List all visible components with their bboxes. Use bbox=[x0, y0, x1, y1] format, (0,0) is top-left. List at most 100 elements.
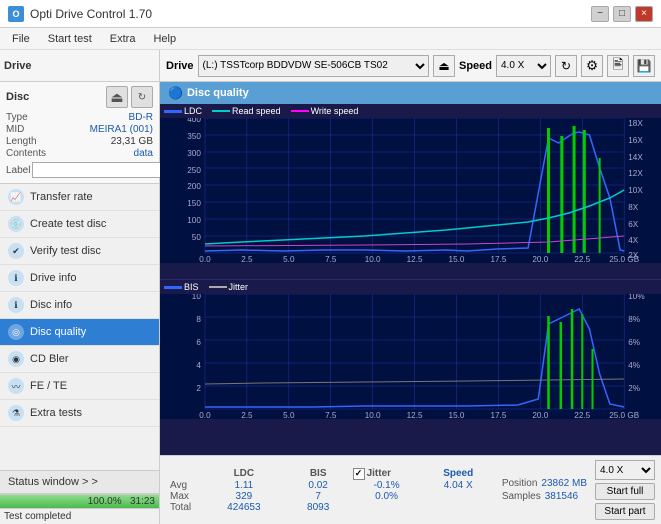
avg-label: Avg bbox=[166, 480, 202, 491]
nav-item-fe-te[interactable]: 〰 FE / TE bbox=[0, 373, 159, 400]
jitter-legend-color bbox=[209, 286, 227, 288]
length-value: 23,31 GB bbox=[111, 136, 153, 147]
max-ldc: 329 bbox=[202, 491, 286, 502]
total-bis: 8093 bbox=[286, 502, 351, 513]
svg-text:17.5: 17.5 bbox=[490, 255, 506, 263]
read-speed-legend-label: Read speed bbox=[232, 106, 281, 116]
disc-eject-icon[interactable]: ⏏ bbox=[106, 86, 128, 108]
write-speed-legend-color bbox=[291, 110, 309, 112]
nav-label-disc-quality: Disc quality bbox=[30, 326, 86, 338]
svg-text:20.0: 20.0 bbox=[532, 255, 548, 263]
svg-text:10: 10 bbox=[192, 294, 202, 301]
nav-item-disc-info[interactable]: ℹ Disc info bbox=[0, 292, 159, 319]
svg-text:20.0: 20.0 bbox=[532, 411, 548, 419]
svg-text:7.5: 7.5 bbox=[325, 411, 337, 419]
avg-jitter: -0.1% bbox=[351, 480, 423, 491]
nav-item-drive-info[interactable]: ℹ Drive info bbox=[0, 265, 159, 292]
total-ldc: 424653 bbox=[202, 502, 286, 513]
svg-text:250: 250 bbox=[187, 166, 201, 175]
svg-text:12.5: 12.5 bbox=[407, 255, 423, 263]
label-label: Label bbox=[6, 165, 30, 176]
drive-toolbar-label: Drive bbox=[166, 60, 194, 72]
svg-text:4: 4 bbox=[196, 361, 201, 370]
svg-text:0.0: 0.0 bbox=[199, 411, 211, 419]
max-jitter: 0.0% bbox=[351, 491, 423, 502]
write-speed-legend-label: Write speed bbox=[311, 106, 359, 116]
status-window-button[interactable]: Status window > > bbox=[0, 471, 159, 494]
type-label: Type bbox=[6, 112, 28, 123]
svg-text:16X: 16X bbox=[628, 136, 643, 145]
speed-icon-btn[interactable]: ↻ bbox=[555, 55, 577, 77]
stats-table: LDC BIS ✓ Jitter Speed bbox=[166, 468, 494, 513]
drive-select[interactable]: (L:) TSSTcorp BDDVDW SE-506CB TS02 bbox=[198, 55, 429, 77]
nav-item-disc-quality[interactable]: ◎ Disc quality bbox=[0, 319, 159, 346]
options-btn1[interactable]: ⚙ bbox=[581, 55, 603, 77]
speed-select[interactable]: 4.0 X bbox=[496, 55, 551, 77]
contents-value: data bbox=[134, 148, 153, 159]
samples-label: Samples bbox=[502, 491, 541, 502]
stats-total-row: Total 424653 8093 bbox=[166, 502, 494, 513]
drive-bar: Drive bbox=[0, 50, 159, 82]
label-input[interactable] bbox=[32, 162, 166, 178]
position-value: 23862 MB bbox=[541, 478, 587, 489]
avg-bis: 0.02 bbox=[286, 480, 351, 491]
start-part-button[interactable]: Start part bbox=[595, 503, 655, 520]
svg-text:12X: 12X bbox=[628, 169, 643, 178]
svg-text:0.0: 0.0 bbox=[199, 255, 211, 263]
svg-text:50: 50 bbox=[192, 233, 202, 242]
position-speed-section: Position 23862 MB Samples 381546 bbox=[502, 478, 587, 502]
mid-value: MEIRA1 (001) bbox=[90, 124, 153, 135]
start-full-button[interactable]: Start full bbox=[595, 483, 655, 500]
col-speed-val: Speed bbox=[423, 468, 494, 480]
jitter-checkbox[interactable]: ✓ bbox=[353, 468, 365, 480]
save-btn[interactable]: 💾 bbox=[633, 55, 655, 77]
minimize-button[interactable]: − bbox=[591, 6, 609, 22]
nav-item-verify-test-disc[interactable]: ✔ Verify test disc bbox=[0, 238, 159, 265]
nav-label-disc-info: Disc info bbox=[30, 299, 72, 311]
stats-max-row: Max 329 7 0.0% bbox=[166, 491, 494, 502]
avg-speed: 4.04 X bbox=[423, 480, 494, 491]
nav-item-transfer-rate[interactable]: 📈 Transfer rate bbox=[0, 184, 159, 211]
svg-text:12.5: 12.5 bbox=[407, 411, 423, 419]
svg-text:22.5: 22.5 bbox=[574, 255, 590, 263]
nav-item-cd-bler[interactable]: ◉ CD Bler bbox=[0, 346, 159, 373]
menu-start-test[interactable]: Start test bbox=[40, 31, 100, 47]
verify-test-disc-icon: ✔ bbox=[8, 243, 24, 259]
read-speed-legend-color bbox=[212, 110, 230, 112]
menu-help[interactable]: Help bbox=[145, 31, 184, 47]
svg-text:2.5: 2.5 bbox=[241, 255, 253, 263]
svg-text:350: 350 bbox=[187, 132, 201, 141]
drive-info-icon: ℹ bbox=[8, 270, 24, 286]
options-btn2[interactable]: 🖹 bbox=[607, 55, 629, 77]
ldc-legend-label: LDC bbox=[184, 106, 202, 116]
disc-refresh-icon[interactable]: ↻ bbox=[131, 86, 153, 108]
window-controls: − □ × bbox=[591, 6, 653, 22]
speed-select-stats[interactable]: 4.0 X bbox=[595, 460, 655, 480]
nav-item-extra-tests[interactable]: ⚗ Extra tests bbox=[0, 400, 159, 427]
svg-text:6%: 6% bbox=[628, 338, 640, 347]
bis-legend-color bbox=[164, 286, 182, 289]
content-area: Drive (L:) TSSTcorp BDDVDW SE-506CB TS02… bbox=[160, 50, 661, 524]
menu-file[interactable]: File bbox=[4, 31, 38, 47]
chart1-svg: 400 350 300 250 200 150 100 50 18X 16X 1… bbox=[160, 118, 661, 263]
title-bar: O Opti Drive Control 1.70 − □ × bbox=[0, 0, 661, 28]
nav-item-create-test-disc[interactable]: 💿 Create test disc bbox=[0, 211, 159, 238]
col-ldc: LDC bbox=[202, 468, 286, 480]
menu-extra[interactable]: Extra bbox=[102, 31, 144, 47]
maximize-button[interactable]: □ bbox=[613, 6, 631, 22]
col-bis: BIS bbox=[286, 468, 351, 480]
svg-text:14X: 14X bbox=[628, 153, 643, 162]
disc-quality-icon: ◎ bbox=[8, 324, 24, 340]
progress-bar-container: 100.0% 31:23 bbox=[0, 494, 159, 508]
nav-label-create-test-disc: Create test disc bbox=[30, 218, 106, 230]
drive-label: Drive bbox=[4, 60, 32, 72]
create-test-disc-icon: 💿 bbox=[8, 216, 24, 232]
close-button[interactable]: × bbox=[635, 6, 653, 22]
total-label: Total bbox=[166, 502, 202, 513]
eject-button[interactable]: ⏏ bbox=[433, 55, 455, 77]
svg-text:400: 400 bbox=[187, 118, 201, 124]
nav-label-verify-test-disc: Verify test disc bbox=[30, 245, 101, 257]
progress-text: 100.0% 31:23 bbox=[88, 495, 155, 509]
max-label: Max bbox=[166, 491, 202, 502]
svg-text:17.5: 17.5 bbox=[490, 411, 506, 419]
